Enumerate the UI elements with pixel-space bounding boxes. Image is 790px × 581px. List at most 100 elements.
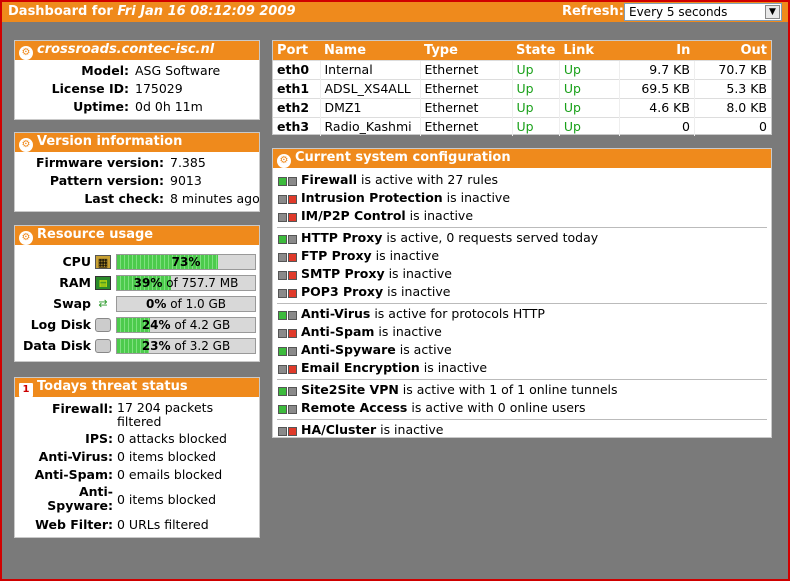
resource-panel: ⚙ Resource usage CPU ▦ 73% RAM ▤ 39% of 7… <box>14 225 260 362</box>
table-row: eth3 Radio_Kashmi Ethernet Up Up 0 0 <box>273 116 771 136</box>
datadisk-usage-text: 23% of 3.2 GB <box>141 339 231 353</box>
swap-usage-bar: 0% of 1.0 GB <box>116 296 256 312</box>
config-item-status: is active for protocols HTTP <box>370 306 545 321</box>
config-item-status: is active <box>395 342 452 357</box>
threat-row-webfilter: Web Filter: 0 URLs filtered <box>15 517 259 535</box>
config-item-name: Anti-Spam <box>301 324 375 339</box>
threat-antivirus-label: Anti-Virus: <box>38 449 113 464</box>
swap-usage-text: 0% of 1.0 GB <box>146 297 226 311</box>
name-cell: Internal <box>319 59 420 79</box>
threat-rows: Firewall: 17 204 packets filtered IPS: 0… <box>15 397 259 535</box>
port-cell: eth0 <box>273 59 320 79</box>
list-item: Firewall is active with 27 rules <box>273 172 771 190</box>
resource-row-swap: Swap ⇄ 0% of 1.0 GB <box>15 293 259 314</box>
type-cell: Ethernet <box>419 78 512 98</box>
threat-ips-value: 0 attacks blocked <box>117 431 227 446</box>
gear-icon: ⚙ <box>19 231 33 245</box>
table-row: eth1 ADSL_XS4ALL Ethernet Up Up 69.5 KB … <box>273 78 771 98</box>
disk-icon <box>95 318 111 332</box>
host-header: ⚙ crossroads.contec-isc.nl <box>15 41 259 60</box>
link-cell: Up <box>558 116 620 136</box>
table-row: eth0 Internal Ethernet Up Up 9.7 KB 70.7… <box>273 59 771 79</box>
type-cell: Ethernet <box>419 97 512 117</box>
page-title: Dashboard for Fri Jan 16 08:12:09 2009 <box>8 4 296 19</box>
list-item: Anti-Virus is active for protocols HTTP <box>273 306 771 324</box>
threat-panel: 1 Todays threat status Firewall: 17 204 p… <box>14 377 260 538</box>
threat-title: Todays threat status <box>37 379 188 394</box>
ram-icon: ▤ <box>95 276 111 290</box>
resource-rows: CPU ▦ 73% RAM ▤ 39% of 757.7 MB Swap ⇄ 0… <box>15 245 259 356</box>
pattern-value: 9013 <box>170 173 202 188</box>
port-cell: eth3 <box>273 116 320 136</box>
host-model-value: ASG Software <box>135 63 221 78</box>
status-inactive-icon <box>278 365 298 374</box>
firmware-value: 7.385 <box>170 155 206 170</box>
state-cell: Up <box>511 59 560 79</box>
list-item: IM/P2P Control is inactive <box>273 208 771 226</box>
threat-antispyware-label: Anti-Spyware: <box>47 484 113 513</box>
logdisk-usage-text: 24% of 4.2 GB <box>141 318 231 332</box>
info-icon: ⚙ <box>19 138 33 152</box>
refresh-select[interactable]: Every 5 seconds ▼ <box>624 3 782 21</box>
config-item-status: is inactive <box>384 266 452 281</box>
config-item-name: Email Encryption <box>301 360 420 375</box>
config-separator <box>277 379 767 380</box>
gear-icon: ⚙ <box>19 46 33 60</box>
resource-row-cpu: CPU ▦ 73% <box>15 251 259 272</box>
type-cell: Ethernet <box>419 59 512 79</box>
calendar-icon: 1 <box>19 383 33 397</box>
status-active-icon <box>278 177 298 186</box>
config-item-name: Intrusion Protection <box>301 190 443 205</box>
chevron-down-icon[interactable]: ▼ <box>765 5 780 19</box>
config-header: ⚙ Current system configuration <box>273 149 771 168</box>
col-name: Name <box>320 41 420 60</box>
cpu-label: CPU <box>62 254 92 269</box>
list-item: POP3 Proxy is inactive <box>273 284 771 302</box>
status-inactive-icon <box>278 427 298 436</box>
status-inactive-icon <box>278 213 298 222</box>
license-value: 175029 <box>135 81 183 96</box>
link-cell: Up <box>558 78 620 98</box>
host-panel: ⚙ crossroads.contec-isc.nl Model: ASG Sof… <box>14 40 260 120</box>
type-cell: Ethernet <box>419 116 512 136</box>
ports-table: Port Name Type State Link In Out eth0 In… <box>273 41 771 136</box>
threat-row-firewall: Firewall: 17 204 packets filtered <box>15 401 259 431</box>
firmware-label: Firmware version: <box>36 155 164 170</box>
top-bar: Dashboard for Fri Jan 16 08:12:09 2009 R… <box>2 2 788 22</box>
status-inactive-icon <box>278 271 298 280</box>
col-link: Link <box>559 41 620 60</box>
config-item-status: is inactive <box>442 190 511 205</box>
state-cell: Up <box>511 97 560 117</box>
config-separator <box>277 303 767 304</box>
config-item-name: SMTP Proxy <box>301 266 385 281</box>
col-port: Port <box>273 41 320 60</box>
threat-row-antispam: Anti-Spam: 0 emails blocked <box>15 467 259 485</box>
config-item-status: is inactive <box>371 248 440 263</box>
config-separator <box>277 419 767 420</box>
logdisk-usage-bar: 24% of 4.2 GB <box>116 317 256 333</box>
status-inactive-icon <box>278 329 298 338</box>
in-cell: 0 <box>618 116 695 136</box>
table-row: eth2 DMZ1 Ethernet Up Up 4.6 KB 8.0 KB <box>273 97 771 117</box>
resource-header: ⚙ Resource usage <box>15 226 259 245</box>
host-model-label: Model: <box>81 63 129 78</box>
list-item: SMTP Proxy is inactive <box>273 266 771 284</box>
ram-label: RAM <box>59 275 91 290</box>
version-row-lastcheck: Last check: 8 minutes ago <box>15 191 259 209</box>
list-item: Email Encryption is inactive <box>273 360 771 378</box>
config-title: Current system configuration <box>295 150 511 165</box>
port-cell: eth2 <box>273 97 320 117</box>
config-item-name: Anti-Virus <box>301 306 371 321</box>
license-label: License ID: <box>51 81 129 96</box>
ram-usage-text: 39% of 757.7 MB <box>133 276 239 290</box>
version-title: Version information <box>37 134 183 149</box>
ram-usage-bar: 39% of 757.7 MB <box>116 275 256 291</box>
config-item-name: POP3 Proxy <box>301 284 384 299</box>
host-rows: Model: ASG Software License ID: 175029 U… <box>15 60 259 117</box>
list-item: HTTP Proxy is active, 0 requests served … <box>273 230 771 248</box>
lastcheck-label: Last check: <box>84 191 164 206</box>
threat-row-antispyware: Anti-Spyware: 0 items blocked <box>15 485 259 517</box>
swap-label: Swap <box>53 296 91 311</box>
threat-antivirus-value: 0 items blocked <box>117 449 216 464</box>
swap-icon: ⇄ <box>98 297 108 310</box>
